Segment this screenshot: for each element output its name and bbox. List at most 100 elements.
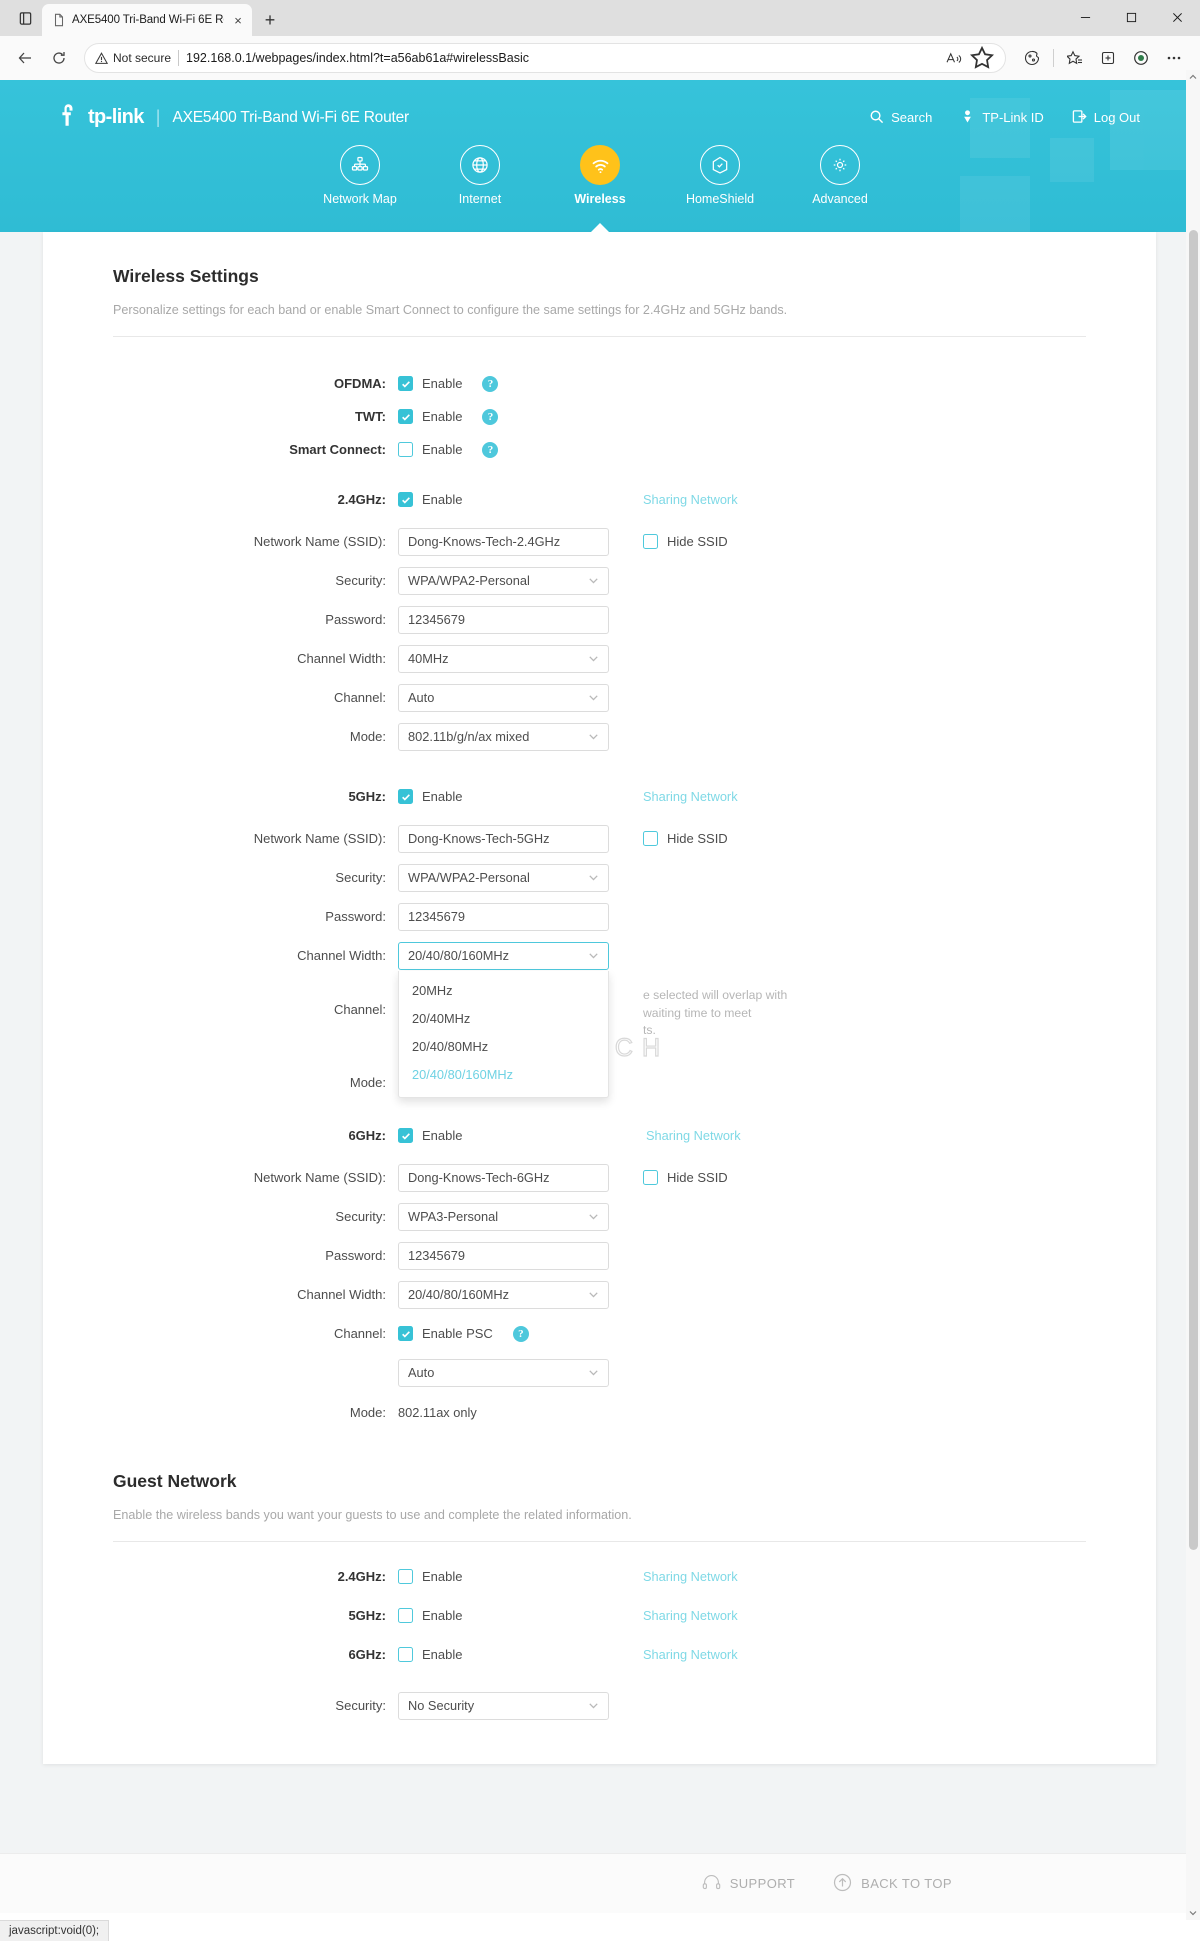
- guest-band-24-sharing-link[interactable]: Sharing Network: [643, 1569, 738, 1584]
- more-options-icon[interactable]: [1158, 43, 1190, 73]
- guest-band-24-checkbox[interactable]: [398, 1569, 413, 1585]
- band-5-hide-ssid-group[interactable]: Hide SSID: [643, 831, 728, 846]
- band-6-ssid-input[interactable]: Dong-Knows-Tech-6GHz: [398, 1163, 609, 1192]
- page-footer: SUPPORT BACK TO TOP: [0, 1853, 1200, 1913]
- band-24-mode-select[interactable]: 802.11b/g/n/ax mixed: [398, 722, 609, 751]
- band-6-checkbox-group[interactable]: Enable: [398, 1128, 643, 1144]
- search-button[interactable]: Search: [869, 109, 932, 127]
- profile-icon[interactable]: [1125, 43, 1157, 73]
- twt-help-icon[interactable]: ?: [482, 408, 499, 425]
- band-5-security-select[interactable]: WPA/WPA2-Personal: [398, 863, 609, 892]
- favorites-icon[interactable]: [1059, 43, 1091, 73]
- nav-item-network-map[interactable]: Network Map: [300, 145, 420, 206]
- back-icon[interactable]: [10, 43, 40, 73]
- band-24-security-select[interactable]: WPA/WPA2-Personal: [398, 566, 609, 595]
- guest-band-6-checkbox[interactable]: [398, 1647, 413, 1663]
- band-5-sharing-network-link[interactable]: Sharing Network: [643, 789, 738, 804]
- reload-icon[interactable]: [44, 43, 74, 73]
- nav-item-wireless[interactable]: Wireless: [540, 145, 660, 232]
- band-5-security-row: Security: WPA/WPA2-Personal: [113, 861, 1086, 894]
- band-6-checkbox[interactable]: [398, 1128, 413, 1144]
- guest-band-24-checkbox-group[interactable]: Enable: [398, 1569, 643, 1585]
- band-24-channel-select[interactable]: Auto: [398, 683, 609, 712]
- band-5-enable-row: 5GHz: Enable Sharing Network: [113, 780, 1086, 813]
- band-6-psc-checkbox[interactable]: [398, 1326, 413, 1342]
- tp-link-id-button[interactable]: TP-Link ID: [960, 109, 1044, 127]
- guest-band-5-checkbox[interactable]: [398, 1608, 413, 1624]
- band-5-channel-width-select[interactable]: 20/40/80/160MHz: [398, 941, 609, 970]
- band-6-psc-help-icon[interactable]: ?: [512, 1325, 529, 1342]
- omnibox-divider: [178, 50, 180, 66]
- ofdma-checkbox[interactable]: [398, 376, 413, 391]
- dropdown-option-20-40-80mhz[interactable]: 20/40/80MHz: [399, 1033, 608, 1061]
- browser-tab[interactable]: AXE5400 Tri-Band Wi-Fi 6E Route ×: [42, 4, 252, 36]
- favorite-star-icon[interactable]: [969, 45, 995, 71]
- not-secure-badge[interactable]: Not secure: [95, 51, 171, 65]
- address-bar[interactable]: Not secure 192.168.0.1/webpages/index.ht…: [84, 43, 1006, 73]
- ofdma-help-icon[interactable]: ?: [482, 375, 499, 392]
- band-6-hide-ssid-checkbox[interactable]: [643, 1170, 658, 1186]
- minimize-button[interactable]: [1062, 0, 1108, 34]
- dropdown-option-20mhz[interactable]: 20MHz: [399, 977, 608, 1005]
- search-label: Search: [891, 110, 933, 125]
- band-5-password-input[interactable]: 12345679: [398, 902, 609, 931]
- band-24-checkbox[interactable]: [398, 492, 413, 507]
- band-24-sharing-network-link[interactable]: Sharing Network: [643, 492, 738, 507]
- band-24-hide-ssid-group[interactable]: Hide SSID: [643, 534, 728, 549]
- browser-essentials-icon[interactable]: [1016, 43, 1048, 73]
- band-24-mode-value: 802.11b/g/n/ax mixed: [408, 729, 530, 744]
- nav-item-internet[interactable]: Internet: [420, 145, 540, 206]
- tab-actions-icon[interactable]: [8, 2, 42, 34]
- guest-band-6-checkbox-group[interactable]: Enable: [398, 1647, 643, 1663]
- dropdown-option-20-40mhz[interactable]: 20/40MHz: [399, 1005, 608, 1033]
- toolbar-actions: [1016, 43, 1190, 73]
- close-window-button[interactable]: [1154, 0, 1200, 34]
- band-24-channel-width-select[interactable]: 40MHz: [398, 644, 609, 673]
- band-5-ssid-input[interactable]: Dong-Knows-Tech-5GHz: [398, 824, 609, 853]
- band-5-password-label: Password:: [325, 909, 386, 924]
- band-6-security-select[interactable]: WPA3-Personal: [398, 1202, 609, 1231]
- band-24-password-input[interactable]: 12345679: [398, 605, 609, 634]
- scrollbar-thumb[interactable]: [1189, 230, 1198, 1550]
- guest-security-select[interactable]: No Security: [398, 1691, 609, 1720]
- band-5-checkbox[interactable]: [398, 789, 413, 804]
- twt-checkbox-group[interactable]: Enable ?: [398, 408, 643, 425]
- band-6-password-input[interactable]: 12345679: [398, 1241, 609, 1270]
- read-aloud-icon[interactable]: [941, 45, 967, 71]
- support-button[interactable]: SUPPORT: [702, 1873, 795, 1895]
- dropdown-option-20-40-80-160mhz[interactable]: 20/40/80/160MHz: [399, 1061, 608, 1089]
- scroll-down-icon[interactable]: [1188, 1908, 1198, 1918]
- guest-band-6-sharing-link[interactable]: Sharing Network: [643, 1647, 738, 1662]
- band-6-security-label: Security:: [335, 1209, 386, 1225]
- band-6-hide-ssid-group[interactable]: Hide SSID: [643, 1170, 728, 1186]
- guest-band-5-sharing-link[interactable]: Sharing Network: [643, 1608, 738, 1623]
- band-6-channel-width-select[interactable]: 20/40/80/160MHz: [398, 1280, 609, 1309]
- smart-connect-checkbox-group[interactable]: Enable ?: [398, 441, 643, 458]
- band-6-sharing-network-link[interactable]: Sharing Network: [646, 1128, 741, 1143]
- new-tab-button[interactable]: +: [256, 6, 284, 34]
- vertical-scrollbar[interactable]: [1186, 70, 1200, 1920]
- log-out-button[interactable]: Log Out: [1072, 109, 1140, 127]
- maximize-button[interactable]: [1108, 0, 1154, 34]
- ofdma-checkbox-group[interactable]: Enable ?: [398, 375, 643, 392]
- band-6-mode-value: 802.11ax only: [398, 1404, 477, 1420]
- band-6-channel-select[interactable]: Auto: [398, 1358, 609, 1387]
- smart-connect-checkbox[interactable]: [398, 442, 413, 457]
- band-5-channel-width-dropdown[interactable]: 20MHz 20/40MHz 20/40/80MHz 20/40/80/160M…: [398, 970, 609, 1098]
- band-5-hide-ssid-checkbox[interactable]: [643, 831, 658, 846]
- guest-band-5-checkbox-group[interactable]: Enable: [398, 1608, 643, 1624]
- tp-link-logo[interactable]: tp-link: [60, 102, 144, 133]
- not-secure-label: Not secure: [113, 51, 172, 65]
- close-tab-icon[interactable]: ×: [230, 12, 246, 28]
- band-6-psc-group[interactable]: Enable PSC ?: [398, 1325, 643, 1342]
- smart-connect-help-icon[interactable]: ?: [482, 441, 499, 458]
- collections-icon[interactable]: [1092, 43, 1124, 73]
- band-24-checkbox-group[interactable]: Enable: [398, 492, 643, 507]
- back-to-top-button[interactable]: BACK TO TOP: [833, 1873, 952, 1895]
- twt-checkbox[interactable]: [398, 409, 413, 424]
- nav-item-homeshield[interactable]: HomeShield: [660, 145, 780, 206]
- band-24-hide-ssid-checkbox[interactable]: [643, 534, 658, 549]
- nav-item-advanced[interactable]: Advanced: [780, 145, 900, 206]
- band-24-ssid-input[interactable]: Dong-Knows-Tech-2.4GHz: [398, 527, 609, 556]
- band-5-checkbox-group[interactable]: Enable: [398, 789, 643, 804]
